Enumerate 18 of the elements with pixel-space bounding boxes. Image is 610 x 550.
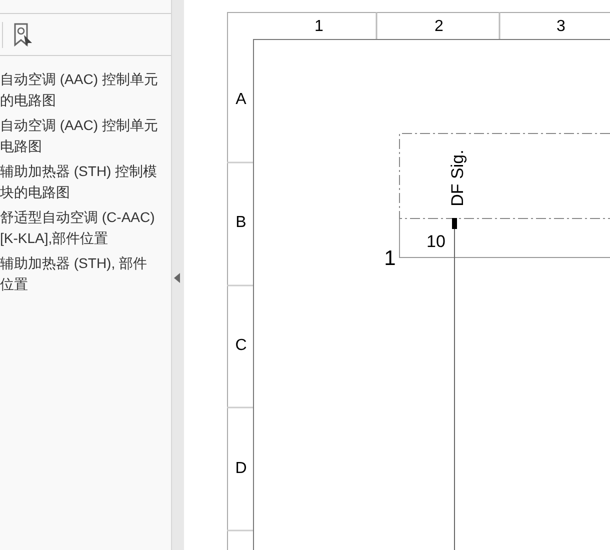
bookmark-item[interactable]: 自动空调 (AAC) 控制单元电路图: [0, 115, 160, 157]
bookmark-icon[interactable]: [13, 22, 33, 46]
terminal-number: 1: [384, 247, 396, 270]
collapse-icon[interactable]: [174, 273, 180, 283]
row-letter: B: [236, 214, 246, 231]
bookmark-item[interactable]: 舒适型自动空调 (C-AAC) [K-KLA],部件位置: [0, 207, 160, 249]
row-letter: C: [235, 337, 247, 354]
pin-number: 10: [426, 232, 446, 251]
bookmark-item[interactable]: 辅助加热器 (STH), 部件位置: [0, 253, 160, 295]
row-letter: D: [235, 460, 247, 477]
signal-label: DF Sig.: [448, 150, 467, 206]
column-number: 2: [434, 18, 444, 35]
bookmark-item[interactable]: 辅助加热器 (STH) 控制模块的电路图: [0, 161, 160, 203]
column-number: 1: [314, 18, 324, 35]
column-number: 3: [556, 18, 566, 35]
pin-marker: [452, 218, 457, 229]
bookmark-item[interactable]: 自动空调 (AAC) 控制单元的电路图: [0, 69, 160, 111]
row-letter: A: [236, 91, 246, 108]
